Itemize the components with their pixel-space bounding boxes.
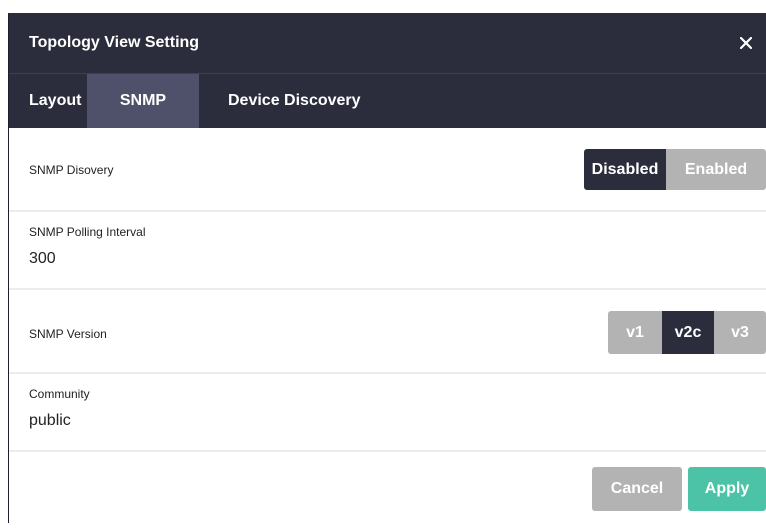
apply-button[interactable]: Apply xyxy=(688,467,766,511)
tab-device-discovery[interactable]: Device Discovery xyxy=(199,74,381,128)
snmp-polling-interval-label: SNMP Polling Interval xyxy=(29,225,146,239)
community-label: Community xyxy=(29,387,90,401)
version-v1-option[interactable]: v1 xyxy=(608,311,662,354)
snmp-discovery-row: SNMP Disovery Disabled Enabled xyxy=(9,128,766,212)
enabled-option[interactable]: Enabled xyxy=(666,149,766,190)
cancel-button[interactable]: Cancel xyxy=(592,467,682,511)
community-value[interactable]: public xyxy=(29,412,71,430)
version-v2c-option[interactable]: v2c xyxy=(662,311,714,354)
snmp-version-selector: v1 v2c v3 xyxy=(608,311,766,354)
snmp-polling-interval-row: SNMP Polling Interval 300 xyxy=(9,212,766,290)
snmp-version-label: SNMP Version xyxy=(29,327,107,341)
snmp-version-row: SNMP Version v1 v2c v3 xyxy=(9,290,766,374)
disabled-option[interactable]: Disabled xyxy=(584,149,666,190)
dialog-title: Topology View Setting xyxy=(29,34,200,51)
tab-snmp[interactable]: SNMP xyxy=(87,74,199,128)
close-icon-glyph xyxy=(740,37,752,49)
community-row: Community public xyxy=(9,374,766,452)
tab-layout[interactable]: Layout xyxy=(9,74,87,128)
snmp-polling-interval-value[interactable]: 300 xyxy=(29,250,56,268)
tab-bar: Layout SNMP Device Discovery xyxy=(9,74,766,128)
dialog-footer: Cancel Apply xyxy=(9,452,766,532)
dialog-header: Topology View Setting xyxy=(9,13,766,74)
snmp-discovery-label: SNMP Disovery xyxy=(29,163,114,177)
topology-view-setting-dialog: Topology View Setting Layout SNMP Device… xyxy=(8,13,766,523)
version-v3-option[interactable]: v3 xyxy=(714,311,766,354)
close-icon[interactable] xyxy=(736,33,756,53)
snmp-discovery-toggle: Disabled Enabled xyxy=(584,149,766,190)
